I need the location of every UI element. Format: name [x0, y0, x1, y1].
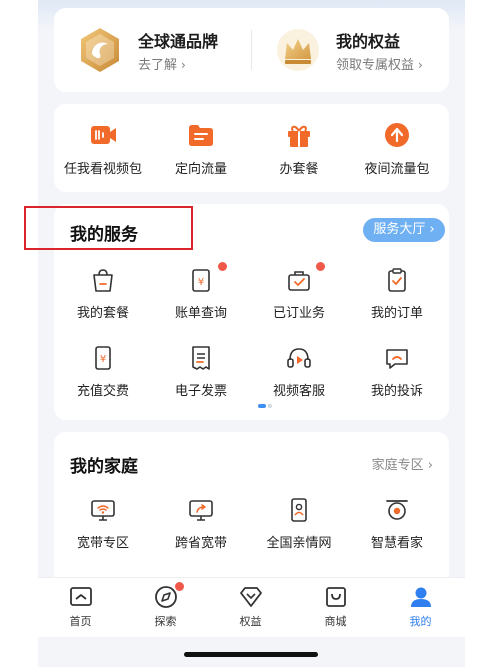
global-brand-title: 全球通品牌	[138, 32, 219, 51]
clipboard-check-icon	[388, 268, 406, 292]
quick-item-label: 任我看视频包	[63, 162, 142, 177]
global-brand-subtitle: 去了解 ›	[138, 58, 186, 73]
service-my-orders[interactable]: 我的订单	[348, 266, 446, 321]
family-title: 我的家庭	[70, 457, 138, 477]
family-smart-home-watch[interactable]: 智慧看家	[348, 496, 446, 551]
quick-item-directed-traffic[interactable]: 定向流量	[152, 116, 250, 177]
service-label: 账单查询	[174, 306, 227, 321]
headset-icon	[287, 348, 311, 368]
service-recharge[interactable]: ¥ 充值交费	[54, 344, 152, 399]
family-label: 跨省宽带	[174, 536, 227, 551]
svg-text:¥: ¥	[100, 354, 106, 365]
family-label: 宽带专区	[76, 536, 129, 551]
family-kinship-network[interactable]: 全国亲情网	[250, 496, 348, 551]
my-rights-subtitle: 领取专属权益 ›	[336, 58, 423, 73]
quick-item-video-package[interactable]: 任我看视频包	[54, 116, 152, 177]
folder-traffic-icon	[189, 125, 213, 146]
quick-item-night-traffic[interactable]: 夜间流量包	[348, 116, 446, 177]
family-zone-link[interactable]: 家庭专区 ›	[372, 454, 433, 473]
my-rights-title: 我的权益	[336, 32, 401, 51]
briefcase-icon	[288, 271, 310, 291]
home-icon	[69, 587, 92, 606]
share-monitor-icon	[189, 500, 213, 521]
service-label: 我的投诉	[370, 384, 423, 399]
service-label: 我的套餐	[76, 306, 129, 321]
service-e-invoice[interactable]: 电子发票	[152, 344, 250, 399]
bag-icon	[93, 269, 113, 292]
service-label: 已订业务	[272, 306, 325, 321]
service-bill-query[interactable]: ¥ 账单查询	[152, 262, 250, 321]
service-label: 电子发票	[174, 384, 227, 399]
diamond-icon	[239, 587, 262, 607]
family-label: 全国亲情网	[266, 536, 332, 551]
tab-explore[interactable]: 探索	[123, 582, 208, 629]
service-my-plan[interactable]: 我的套餐	[54, 266, 152, 321]
gift-icon	[288, 125, 310, 147]
page-dot-active	[258, 404, 266, 408]
crown-icon	[277, 29, 319, 71]
highlight-annotation	[24, 206, 193, 250]
service-my-complaints[interactable]: 我的投诉	[348, 344, 446, 399]
home-indicator	[184, 652, 318, 657]
user-icon	[410, 587, 431, 607]
family-cross-province[interactable]: 跨省宽带	[152, 496, 250, 551]
tab-rights[interactable]: 权益	[208, 584, 293, 629]
shopping-bag-icon	[325, 587, 346, 607]
app-screen: 全球通品牌 去了解 › 我的权益 领取专属权益 › 任我看视频包 定向流量 办套…	[38, 0, 465, 667]
service-label: 充值交费	[76, 384, 129, 399]
wifi-monitor-icon	[91, 500, 115, 521]
tab-label: 商城	[324, 615, 347, 628]
my-rights-entry[interactable]: 我的权益 领取专属权益 ›	[252, 8, 449, 92]
quick-actions-card: 任我看视频包 定向流量 办套餐 夜间流量包	[54, 104, 449, 192]
service-label: 视频客服	[272, 384, 325, 399]
phone-yuan-icon: ¥	[95, 346, 111, 370]
global-brand-entry[interactable]: 全球通品牌 去了解 ›	[54, 8, 251, 92]
notification-badge	[316, 262, 325, 271]
notification-badge	[175, 582, 184, 591]
bill-icon: ¥	[192, 269, 210, 292]
tab-label: 探索	[154, 615, 177, 628]
service-label: 我的订单	[370, 306, 423, 321]
bottom-tab-bar: 首页 探索 权益 商城 我的	[38, 577, 465, 637]
chevron-right-icon: ›	[181, 58, 186, 72]
brand-card: 全球通品牌 去了解 › 我的权益 领取专属权益 ›	[54, 8, 449, 92]
quick-item-plan[interactable]: 办套餐	[250, 116, 348, 177]
tab-mall[interactable]: 商城	[293, 584, 378, 629]
camera-icon	[386, 500, 408, 520]
tab-mine[interactable]: 我的	[378, 584, 463, 629]
chevron-right-icon: ›	[418, 58, 423, 72]
globe-brand-icon	[81, 28, 119, 72]
service-subscribed[interactable]: 已订业务	[250, 262, 348, 321]
tab-label: 首页	[69, 615, 92, 628]
video-package-icon	[91, 126, 116, 144]
quick-item-label: 夜间流量包	[364, 162, 430, 177]
family-label: 智慧看家	[370, 536, 423, 551]
invoice-icon	[192, 346, 210, 370]
upload-arrow-icon	[385, 123, 409, 147]
notification-badge	[218, 262, 227, 271]
tab-home[interactable]: 首页	[38, 584, 123, 629]
complaint-icon	[386, 349, 408, 369]
quick-item-label: 定向流量	[174, 162, 227, 177]
service-hall-button[interactable]: 服务大厅 ›	[363, 218, 445, 242]
tab-label: 我的	[409, 615, 432, 628]
family-broadband[interactable]: 宽带专区	[54, 496, 152, 551]
svg-text:¥: ¥	[198, 277, 204, 288]
service-video-support[interactable]: 视频客服	[250, 344, 348, 399]
page-dot	[268, 404, 272, 408]
quick-item-label: 办套餐	[279, 162, 319, 177]
tab-label: 权益	[239, 615, 262, 628]
phone-person-icon	[291, 498, 307, 522]
